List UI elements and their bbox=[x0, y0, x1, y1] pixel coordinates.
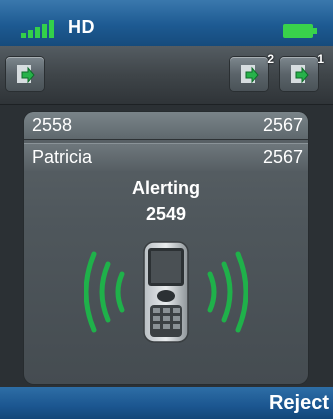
ringing-phone-icon bbox=[84, 241, 248, 343]
hd-label: HD bbox=[68, 17, 95, 37]
call-2-badge: 2 bbox=[267, 52, 274, 66]
status-bar: HD bbox=[0, 0, 333, 46]
transfer-call-icon bbox=[241, 65, 259, 84]
signal-bars-icon bbox=[21, 20, 54, 38]
softkey-bar: Reject bbox=[0, 387, 333, 419]
battery-icon bbox=[283, 24, 317, 38]
transfer-call-icon bbox=[291, 65, 309, 84]
call-panel: 2558 2567 Patricia 2567 Alerting 2549 bbox=[24, 112, 308, 384]
call-line-1-label: 2558 bbox=[32, 115, 73, 135]
call-state: Alerting bbox=[131, 178, 200, 198]
call-1-button[interactable]: 1 bbox=[280, 52, 324, 91]
call-toolbar: 2 1 bbox=[0, 46, 333, 105]
call-2-button[interactable]: 2 bbox=[230, 52, 274, 91]
call-line-2-label: Patricia bbox=[32, 147, 93, 167]
call-number: 2549 bbox=[145, 204, 187, 224]
transfer-button[interactable] bbox=[6, 57, 44, 91]
call-line-1[interactable]: 2558 2567 bbox=[24, 112, 308, 140]
call-line-2[interactable]: Patricia 2567 bbox=[24, 143, 308, 171]
call-1-badge: 1 bbox=[317, 52, 324, 66]
transfer-call-icon bbox=[17, 65, 35, 84]
call-line-1-value: 2567 bbox=[262, 115, 303, 135]
call-line-2-value: 2567 bbox=[262, 147, 303, 167]
reject-softkey[interactable]: Reject bbox=[269, 389, 329, 417]
